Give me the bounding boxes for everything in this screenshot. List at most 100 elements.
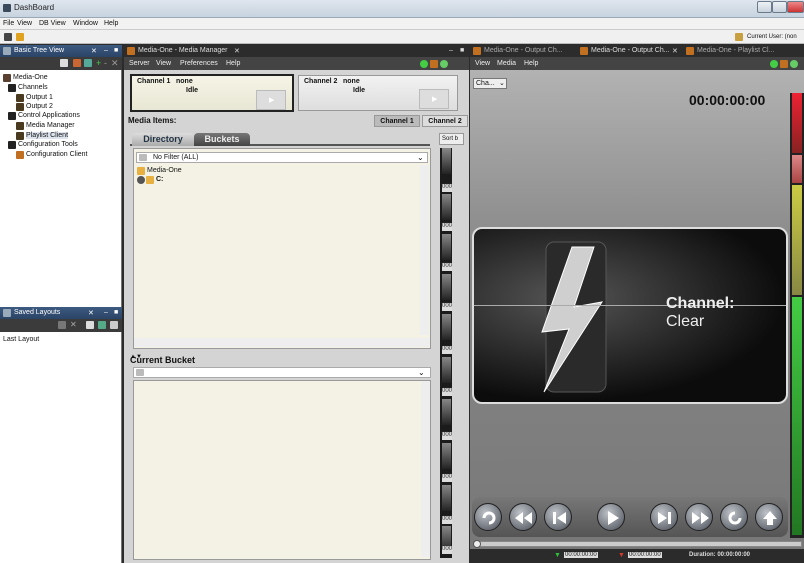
maximize-button[interactable] bbox=[772, 1, 787, 13]
edit-icon[interactable] bbox=[73, 59, 81, 67]
dir-item-media-one[interactable]: Media-One bbox=[147, 167, 182, 174]
maximize-icon[interactable]: ■ bbox=[114, 47, 118, 54]
vu-meter bbox=[790, 93, 804, 538]
media-manager-tab[interactable]: Media-One - Media Manager bbox=[138, 47, 228, 54]
thumbnail[interactable] bbox=[442, 274, 451, 300]
filter-select[interactable]: No Filter (ALL) ⌄ bbox=[136, 152, 428, 163]
tree-item-output-2[interactable]: Output 2 bbox=[26, 103, 53, 110]
thumb-number: 000 bbox=[442, 546, 453, 554]
layout-export-icon[interactable] bbox=[110, 321, 118, 329]
save-layout-icon[interactable] bbox=[58, 321, 66, 329]
channel-1-clip: none bbox=[176, 78, 193, 85]
tree-item-media-one[interactable]: Media-One bbox=[13, 74, 48, 81]
close-button[interactable] bbox=[787, 1, 804, 13]
bucket-select[interactable]: ⌄ bbox=[133, 367, 431, 378]
menu-help[interactable]: Help bbox=[226, 60, 240, 67]
menu-view[interactable]: View bbox=[17, 20, 32, 27]
preview-window: Channel: Clear bbox=[472, 227, 788, 404]
tab-directory[interactable]: Directory bbox=[132, 133, 194, 146]
menu-media[interactable]: Media bbox=[497, 60, 516, 67]
delete-layout-icon[interactable]: ✕ bbox=[70, 320, 77, 329]
tree-item-control-applications[interactable]: Control Applications bbox=[18, 112, 80, 119]
fast-forward-button[interactable] bbox=[685, 503, 713, 531]
channel-2-state: Idle bbox=[353, 87, 366, 94]
layout-item-last-layout[interactable]: Last Layout bbox=[3, 336, 39, 343]
expand-icon[interactable] bbox=[137, 176, 145, 184]
channel-2-button[interactable]: Channel 2 bbox=[422, 115, 468, 127]
eject-button[interactable] bbox=[755, 503, 783, 531]
output-tab-2[interactable]: Media-One - Output Ch... bbox=[591, 47, 670, 54]
menu-db-view[interactable]: DB View bbox=[39, 20, 66, 27]
tree-item-channels[interactable]: Channels bbox=[18, 84, 48, 91]
playlist-icon bbox=[686, 47, 694, 55]
thumbnail[interactable] bbox=[442, 234, 451, 260]
play-button[interactable] bbox=[597, 503, 625, 531]
close-icon[interactable]: ✕ bbox=[88, 309, 94, 317]
menu-view[interactable]: View bbox=[475, 60, 490, 67]
dir-item-c[interactable]: C: bbox=[156, 176, 163, 183]
minimize-icon[interactable]: – bbox=[449, 47, 453, 54]
open-icon[interactable] bbox=[16, 33, 24, 41]
tab-buckets[interactable]: Buckets bbox=[194, 133, 250, 146]
minimize-icon[interactable]: – bbox=[104, 47, 108, 54]
eject-icon bbox=[763, 511, 777, 525]
tree-item-playlist-client[interactable]: Playlist Client bbox=[26, 132, 69, 139]
menu-file[interactable]: File bbox=[3, 20, 14, 27]
maximize-icon[interactable]: ■ bbox=[460, 47, 464, 54]
tree-item-output-1[interactable]: Output 1 bbox=[26, 94, 53, 101]
menu-view[interactable]: View bbox=[156, 60, 171, 67]
thumbnail[interactable] bbox=[442, 148, 451, 174]
minimize-button[interactable] bbox=[757, 1, 772, 13]
menu-preferences[interactable]: Preferences bbox=[180, 60, 218, 67]
scrub-bar[interactable] bbox=[473, 540, 802, 548]
properties-icon[interactable] bbox=[60, 59, 68, 67]
close-icon[interactable]: ✕ bbox=[234, 47, 240, 55]
menu-window[interactable]: Window bbox=[73, 20, 98, 27]
menu-server[interactable]: Server bbox=[129, 60, 150, 67]
home-icon[interactable] bbox=[4, 33, 12, 41]
thumbnail[interactable] bbox=[442, 399, 451, 425]
chevron-down-icon: ⌄ bbox=[418, 368, 425, 377]
scrub-handle[interactable] bbox=[473, 540, 481, 548]
tree-item-media-manager[interactable]: Media Manager bbox=[26, 122, 75, 129]
channel-1-box[interactable]: Channel 1 none Idle ▶ bbox=[130, 74, 294, 112]
menu-help[interactable]: Help bbox=[524, 60, 538, 67]
close-icon[interactable]: ✕ bbox=[672, 47, 678, 55]
layout-icon[interactable] bbox=[86, 321, 94, 329]
output-tab-3[interactable]: Media-One - Playlist Cl... bbox=[697, 47, 774, 54]
skip-forward-button[interactable] bbox=[650, 503, 678, 531]
delete-icon[interactable]: ✕ bbox=[111, 58, 119, 69]
channel-select[interactable]: Cha... ⌄ bbox=[473, 78, 507, 89]
thumbnail[interactable] bbox=[442, 485, 451, 511]
maximize-icon[interactable]: ■ bbox=[114, 309, 118, 316]
remove-icon[interactable]: - bbox=[104, 58, 107, 68]
rewind-button[interactable] bbox=[509, 503, 537, 531]
loop-button[interactable] bbox=[474, 503, 502, 531]
play-icon bbox=[608, 511, 619, 525]
directory-h-scrollbar[interactable] bbox=[134, 338, 430, 347]
close-icon[interactable]: ✕ bbox=[91, 47, 97, 55]
bucket-scrollbar[interactable] bbox=[421, 381, 430, 557]
add-icon[interactable]: + bbox=[96, 58, 101, 68]
directory-scrollbar[interactable] bbox=[420, 165, 429, 335]
thumbnail[interactable] bbox=[442, 314, 451, 340]
thumbnail[interactable] bbox=[442, 357, 451, 383]
output-tab-1[interactable]: Media-One - Output Ch... bbox=[484, 47, 563, 54]
skip-back-button[interactable] bbox=[544, 503, 572, 531]
user-icon bbox=[735, 33, 743, 41]
sort-button[interactable]: Sort b bbox=[439, 133, 464, 145]
thumbnail[interactable] bbox=[442, 443, 451, 469]
channel-1-button[interactable]: Channel 1 bbox=[374, 115, 420, 127]
tree-item-configuration-client[interactable]: Configuration Client bbox=[26, 151, 87, 158]
menu-help[interactable]: Help bbox=[104, 20, 118, 27]
thumbnail[interactable] bbox=[442, 194, 451, 220]
recue-button[interactable] bbox=[720, 503, 748, 531]
channel-2-play-button[interactable]: ▶ bbox=[419, 89, 449, 109]
channel-1-play-button[interactable]: ▶ bbox=[256, 90, 286, 110]
refresh-icon[interactable] bbox=[84, 59, 92, 67]
layout-grid-icon[interactable] bbox=[98, 321, 106, 329]
thumb-number: 000 bbox=[442, 432, 453, 440]
channel-2-box[interactable]: Channel 2 none Idle ▶ bbox=[298, 75, 458, 111]
minimize-icon[interactable]: – bbox=[104, 309, 108, 316]
tree-item-configuration-tools[interactable]: Configuration Tools bbox=[18, 141, 78, 148]
